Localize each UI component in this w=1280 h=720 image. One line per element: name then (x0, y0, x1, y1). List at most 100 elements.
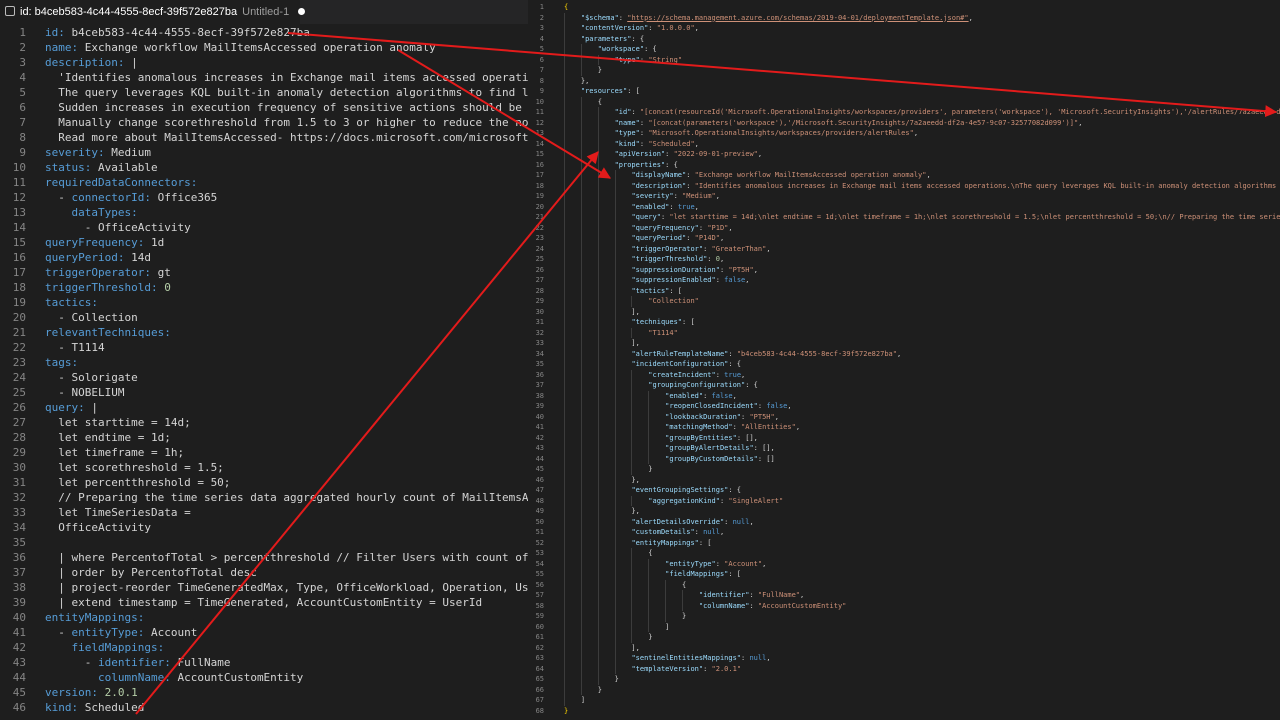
json-line[interactable]: 35 "incidentConfiguration": { (528, 359, 1280, 370)
json-line[interactable]: 48 "aggregationKind": "SingleAlert" (528, 496, 1280, 507)
yaml-line[interactable]: 13 dataTypes: (0, 205, 528, 220)
yaml-line[interactable]: 30 let scorethreshold = 1.5; (0, 460, 528, 475)
yaml-line[interactable]: 22 - T1114 (0, 340, 528, 355)
json-line[interactable]: 41 "matchingMethod": "AllEntities", (528, 422, 1280, 433)
yaml-line[interactable]: 19 tactics: (0, 295, 528, 310)
yaml-line[interactable]: 44 columnName: AccountCustomEntity (0, 670, 528, 685)
yaml-line[interactable]: 40 entityMappings: (0, 610, 528, 625)
json-line[interactable]: 51 "customDetails": null, (528, 527, 1280, 538)
json-editor-pane[interactable]: 1{2 "$schema": "https://schema.managemen… (528, 0, 1280, 720)
json-line[interactable]: 10 { (528, 97, 1280, 108)
yaml-line[interactable]: 5 The query leverages KQL built-in anoma… (0, 85, 528, 100)
yaml-line[interactable]: 20 - Collection (0, 310, 528, 325)
json-line[interactable]: 64 "templateVersion": "2.0.1" (528, 664, 1280, 675)
yaml-line[interactable]: 17 triggerOperator: gt (0, 265, 528, 280)
json-line[interactable]: 29 "Collection" (528, 296, 1280, 307)
yaml-line[interactable]: 34 OfficeActivity (0, 520, 528, 535)
yaml-line[interactable]: 39 | extend timestamp = TimeGenerated, A… (0, 595, 528, 610)
json-line[interactable]: 39 "reopenClosedIncident": false, (528, 401, 1280, 412)
json-line[interactable]: 6 "type": "String" (528, 55, 1280, 66)
yaml-line[interactable]: 24 - Solorigate (0, 370, 528, 385)
yaml-line[interactable]: 46 kind: Scheduled (0, 700, 528, 715)
yaml-line[interactable]: 37 | order by PercentofTotal desc (0, 565, 528, 580)
json-line[interactable]: 56 { (528, 580, 1280, 591)
yaml-line[interactable]: 43 - identifier: FullName (0, 655, 528, 670)
yaml-line[interactable]: 42 fieldMappings: (0, 640, 528, 655)
yaml-line[interactable]: 32 // Preparing the time series data agg… (0, 490, 528, 505)
yaml-line[interactable]: 4 'Identifies anomalous increases in Exc… (0, 70, 528, 85)
yaml-line[interactable]: 23 tags: (0, 355, 528, 370)
unsaved-dot-icon[interactable] (298, 8, 306, 15)
json-line[interactable]: 46 }, (528, 475, 1280, 486)
json-line[interactable]: 32 "T1114" (528, 328, 1280, 339)
yaml-editor-pane[interactable]: id: b4ceb583-4c44-4555-8ecf-39f572e827ba… (0, 0, 528, 720)
json-line[interactable]: 4 "parameters": { (528, 34, 1280, 45)
json-line[interactable]: 58 "columnName": "AccountCustomEntity" (528, 601, 1280, 612)
json-line[interactable]: 65 } (528, 674, 1280, 685)
json-line[interactable]: 66 } (528, 685, 1280, 696)
json-line[interactable]: 52 "entityMappings": [ (528, 538, 1280, 549)
json-code[interactable]: 1{2 "$schema": "https://schema.managemen… (528, 2, 1280, 716)
json-line[interactable]: 12 "name": "[concat(parameters('workspac… (528, 118, 1280, 129)
json-line[interactable]: 23 "queryPeriod": "P14D", (528, 233, 1280, 244)
json-line[interactable]: 8 }, (528, 76, 1280, 87)
json-line[interactable]: 15 "apiVersion": "2022-09-01-preview", (528, 149, 1280, 160)
json-line[interactable]: 33 ], (528, 338, 1280, 349)
json-line[interactable]: 57 "identifier": "FullName", (528, 590, 1280, 601)
yaml-line[interactable]: 6 Sudden increases in execution frequenc… (0, 100, 528, 115)
json-line[interactable]: 2 "$schema": "https://schema.management.… (528, 13, 1280, 24)
json-line[interactable]: 3 "contentVersion": "1.0.0.0", (528, 23, 1280, 34)
json-line[interactable]: 54 "entityType": "Account", (528, 559, 1280, 570)
json-line[interactable]: 60 ] (528, 622, 1280, 633)
json-line[interactable]: 27 "suppressionEnabled": false, (528, 275, 1280, 286)
json-line[interactable]: 13 "type": "Microsoft.OperationalInsight… (528, 128, 1280, 139)
yaml-line[interactable]: 41 - entityType: Account (0, 625, 528, 640)
yaml-line[interactable]: 12 - connectorId: Office365 (0, 190, 528, 205)
yaml-line[interactable]: 2 name: Exchange workflow MailItemsAccess… (0, 40, 528, 55)
json-line[interactable]: 5 "workspace": { (528, 44, 1280, 55)
json-line[interactable]: 14 "kind": "Scheduled", (528, 139, 1280, 150)
yaml-line[interactable]: 26 query: | (0, 400, 528, 415)
yaml-line[interactable]: 16 queryPeriod: 14d (0, 250, 528, 265)
yaml-line[interactable]: 31 let percentthreshold = 50; (0, 475, 528, 490)
json-line[interactable]: 61 } (528, 632, 1280, 643)
json-line[interactable]: 55 "fieldMappings": [ (528, 569, 1280, 580)
json-line[interactable]: 30 ], (528, 307, 1280, 318)
json-line[interactable]: 17 "displayName": "Exchange workflow Mai… (528, 170, 1280, 181)
yaml-line[interactable]: 11 requiredDataConnectors: (0, 175, 528, 190)
yaml-line[interactable]: 35 (0, 535, 528, 550)
yaml-line[interactable]: 14 - OfficeActivity (0, 220, 528, 235)
editor-tab[interactable]: id: b4ceb583-4c44-4555-8ecf-39f572e827ba… (0, 0, 306, 24)
yaml-code[interactable]: 1 id: b4ceb583-4c44-4555-8ecf-39f572e827b… (0, 25, 528, 715)
yaml-line[interactable]: 33 let TimeSeriesData = (0, 505, 528, 520)
json-line[interactable]: 43 "groupByAlertDetails": [], (528, 443, 1280, 454)
json-line[interactable]: 24 "triggerOperator": "GreaterThan", (528, 244, 1280, 255)
json-line[interactable]: 45 } (528, 464, 1280, 475)
yaml-line[interactable]: 25 - NOBELIUM (0, 385, 528, 400)
json-line[interactable]: 68} (528, 706, 1280, 717)
json-line[interactable]: 21 "query": "let starttime = 14d;\nlet e… (528, 212, 1280, 223)
json-line[interactable]: 49 }, (528, 506, 1280, 517)
json-line[interactable]: 19 "severity": "Medium", (528, 191, 1280, 202)
yaml-line[interactable]: 15 queryFrequency: 1d (0, 235, 528, 250)
json-line[interactable]: 36 "createIncident": true, (528, 370, 1280, 381)
json-line[interactable]: 22 "queryFrequency": "P1D", (528, 223, 1280, 234)
json-line[interactable]: 37 "groupingConfiguration": { (528, 380, 1280, 391)
json-line[interactable]: 7 } (528, 65, 1280, 76)
yaml-line[interactable]: 10 status: Available (0, 160, 528, 175)
yaml-line[interactable]: 29 let timeframe = 1h; (0, 445, 528, 460)
yaml-line[interactable]: 21 relevantTechniques: (0, 325, 528, 340)
json-line[interactable]: 62 ], (528, 643, 1280, 654)
yaml-line[interactable]: 28 let endtime = 1d; (0, 430, 528, 445)
yaml-line[interactable]: 18 triggerThreshold: 0 (0, 280, 528, 295)
json-line[interactable]: 50 "alertDetailsOverride": null, (528, 517, 1280, 528)
json-line[interactable]: 1{ (528, 2, 1280, 13)
yaml-line[interactable]: 9 severity: Medium (0, 145, 528, 160)
json-line[interactable]: 18 "description": "Identifies anomalous … (528, 181, 1280, 192)
yaml-line[interactable]: 7 Manually change scorethreshold from 1.… (0, 115, 528, 130)
yaml-line[interactable]: 45 version: 2.0.1 (0, 685, 528, 700)
json-line[interactable]: 40 "lookbackDuration": "PT5H", (528, 412, 1280, 423)
json-line[interactable]: 26 "suppressionDuration": "PT5H", (528, 265, 1280, 276)
json-line[interactable]: 16 "properties": { (528, 160, 1280, 171)
json-line[interactable]: 34 "alertRuleTemplateName": "b4ceb583-4c… (528, 349, 1280, 360)
